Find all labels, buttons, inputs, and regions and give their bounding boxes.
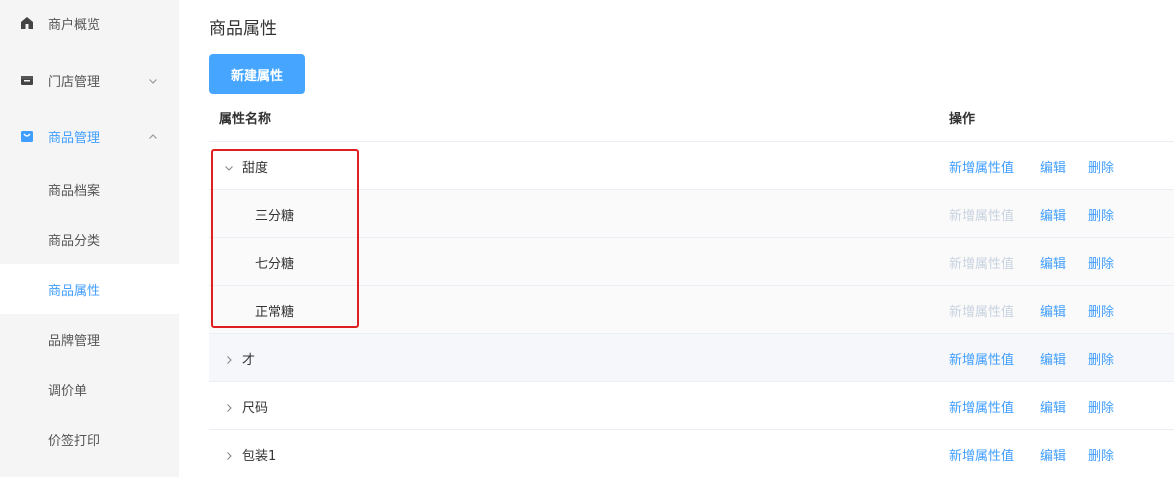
sidebar-item-label: 价签打印 bbox=[48, 433, 101, 449]
delete-link[interactable]: 删除 bbox=[1088, 253, 1114, 272]
delete-link[interactable]: 删除 bbox=[1088, 157, 1114, 176]
table-row: 甜度 新增属性值 编辑 删除 bbox=[209, 142, 1174, 190]
table-row: 尺码 新增属性值 编辑 删除 bbox=[209, 382, 1174, 430]
delete-link[interactable]: 删除 bbox=[1088, 205, 1114, 224]
sidebar-item-product-category[interactable]: 商品分类 bbox=[0, 214, 179, 264]
sidebar-item-label: 商户概览 bbox=[48, 17, 101, 33]
edit-link[interactable]: 编辑 bbox=[1040, 205, 1066, 224]
attribute-name: 才 bbox=[242, 353, 256, 368]
expand-arrow-right-icon[interactable] bbox=[223, 399, 235, 412]
sidebar-item-product-attributes[interactable]: 商品属性 bbox=[0, 264, 179, 314]
sidebar-item-label: 品牌管理 bbox=[48, 333, 101, 349]
page-title: 商品属性 bbox=[209, 19, 277, 39]
add-attribute-value-link: 新增属性值 bbox=[949, 257, 1015, 272]
edit-link[interactable]: 编辑 bbox=[1040, 349, 1066, 368]
attribute-name: 甜度 bbox=[242, 161, 269, 176]
add-attribute-value-link: 新增属性值 bbox=[949, 305, 1015, 320]
sidebar-item-label: 门店管理 bbox=[48, 74, 101, 90]
add-attribute-value-link[interactable]: 新增属性值 bbox=[949, 397, 1014, 416]
store-icon bbox=[20, 73, 34, 87]
delete-link[interactable]: 删除 bbox=[1088, 349, 1114, 368]
table-row: 包装1 新增属性值 编辑 删除 bbox=[209, 430, 1174, 477]
sidebar-item-merchant-overview[interactable]: 商户概览 bbox=[0, 9, 179, 37]
attribute-value-name: 正常糖 bbox=[255, 305, 295, 320]
sidebar-item-product-archive[interactable]: 商品档案 bbox=[0, 164, 179, 214]
table-row-child: 正常糖 新增属性值 编辑 删除 bbox=[209, 286, 1174, 334]
column-header-operations: 操作 bbox=[949, 112, 976, 127]
attribute-value-name: 三分糖 bbox=[255, 209, 295, 224]
delete-link[interactable]: 删除 bbox=[1088, 397, 1114, 416]
table-row-child: 三分糖 新增属性值 编辑 删除 bbox=[209, 190, 1174, 238]
attribute-name: 尺码 bbox=[242, 401, 269, 416]
chevron-down-icon bbox=[148, 75, 158, 85]
expand-arrow-right-icon[interactable] bbox=[223, 447, 235, 460]
sidebar-item-store-management[interactable]: 门店管理 bbox=[0, 66, 179, 94]
delete-link[interactable]: 删除 bbox=[1088, 445, 1114, 464]
table-row: 才 新增属性值 编辑 删除 bbox=[209, 334, 1174, 382]
sidebar-item-brand-management[interactable]: 品牌管理 bbox=[0, 314, 179, 364]
sidebar-item-label: 商品分类 bbox=[48, 233, 101, 249]
table-row-child: 七分糖 新增属性值 编辑 删除 bbox=[209, 238, 1174, 286]
edit-link[interactable]: 编辑 bbox=[1040, 157, 1066, 176]
add-attribute-value-link[interactable]: 新增属性值 bbox=[949, 157, 1014, 176]
edit-link[interactable]: 编辑 bbox=[1040, 301, 1066, 320]
app: 商户概览 门店管理 商品管理 商品档案 商品分类 商品属性 品牌管理 调价单 价… bbox=[0, 0, 1174, 477]
sidebar-item-product-management[interactable]: 商品管理 bbox=[0, 122, 179, 150]
sidebar-item-price-tag-print[interactable]: 价签打印 bbox=[0, 414, 179, 464]
home-icon bbox=[20, 16, 34, 30]
new-attribute-button[interactable]: 新建属性 bbox=[209, 54, 305, 94]
attribute-value-name: 七分糖 bbox=[255, 257, 295, 272]
sidebar: 商户概览 门店管理 商品管理 商品档案 商品分类 商品属性 品牌管理 调价单 价… bbox=[0, 0, 179, 477]
expand-arrow-right-icon[interactable] bbox=[223, 351, 235, 364]
chevron-up-icon bbox=[148, 131, 158, 141]
edit-link[interactable]: 编辑 bbox=[1040, 253, 1066, 272]
sidebar-item-price-adjustment[interactable]: 调价单 bbox=[0, 364, 179, 414]
attribute-name: 包装1 bbox=[242, 449, 277, 464]
add-attribute-value-link: 新增属性值 bbox=[949, 209, 1015, 224]
sidebar-item-label: 商品档案 bbox=[48, 183, 101, 199]
sidebar-item-label: 商品管理 bbox=[48, 130, 101, 146]
sidebar-item-label: 商品属性 bbox=[48, 283, 101, 299]
expand-arrow-down-icon[interactable] bbox=[223, 159, 235, 171]
column-header-attribute-name: 属性名称 bbox=[219, 112, 272, 127]
edit-link[interactable]: 编辑 bbox=[1040, 445, 1066, 464]
delete-link[interactable]: 删除 bbox=[1088, 301, 1114, 320]
sidebar-item-label: 调价单 bbox=[48, 383, 88, 399]
add-attribute-value-link[interactable]: 新增属性值 bbox=[949, 349, 1014, 368]
bag-icon bbox=[20, 129, 34, 143]
add-attribute-value-link[interactable]: 新增属性值 bbox=[949, 445, 1014, 464]
edit-link[interactable]: 编辑 bbox=[1040, 397, 1066, 416]
